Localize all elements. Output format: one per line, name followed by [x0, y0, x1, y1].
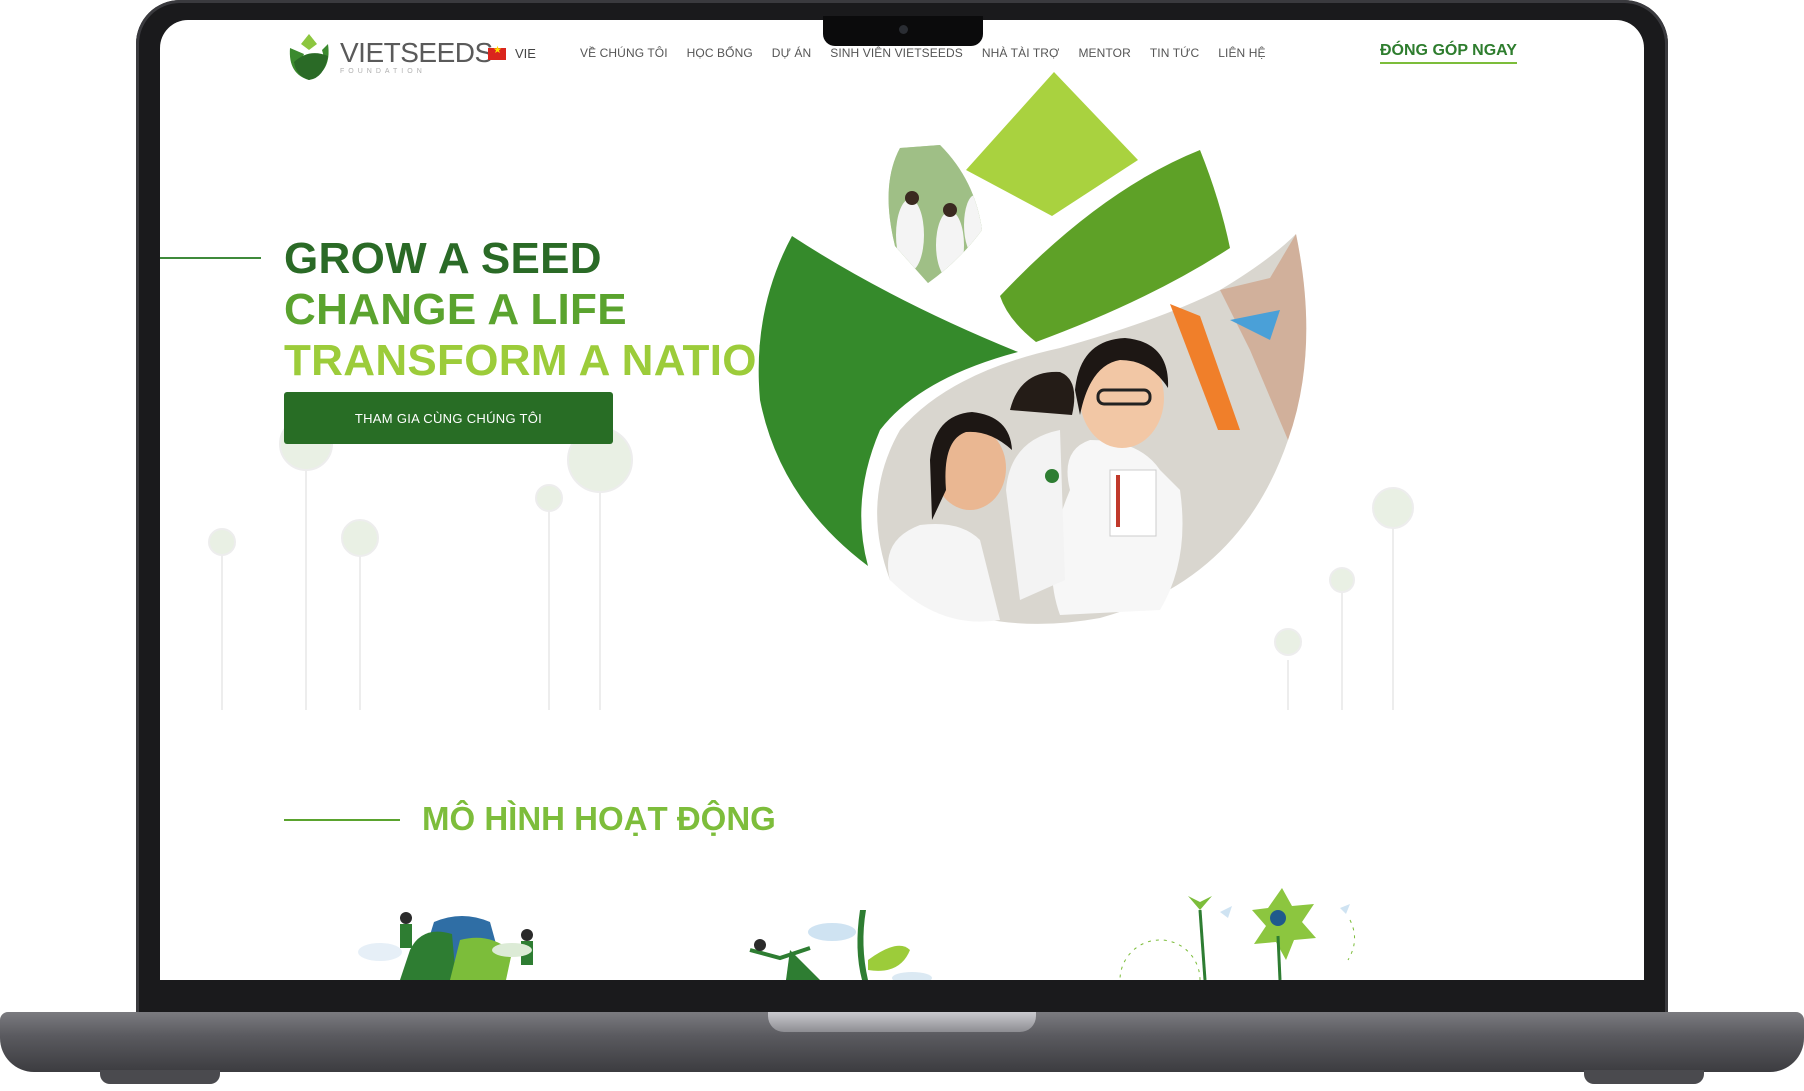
website-screen: VIETSEEDS FOUNDATION VIE VỀ CHÚNG TÔI HỌ…	[160, 20, 1644, 980]
laptop-foot	[1584, 1070, 1704, 1084]
camera-icon	[899, 25, 908, 34]
camera-notch	[823, 16, 983, 46]
laptop-foot	[100, 1070, 220, 1084]
growth-illustration	[749, 910, 932, 980]
team-illustration	[358, 912, 533, 980]
flower-illustration	[1119, 888, 1355, 980]
operating-model-illustrations	[358, 888, 1355, 980]
laptop-hinge	[768, 1012, 1036, 1032]
